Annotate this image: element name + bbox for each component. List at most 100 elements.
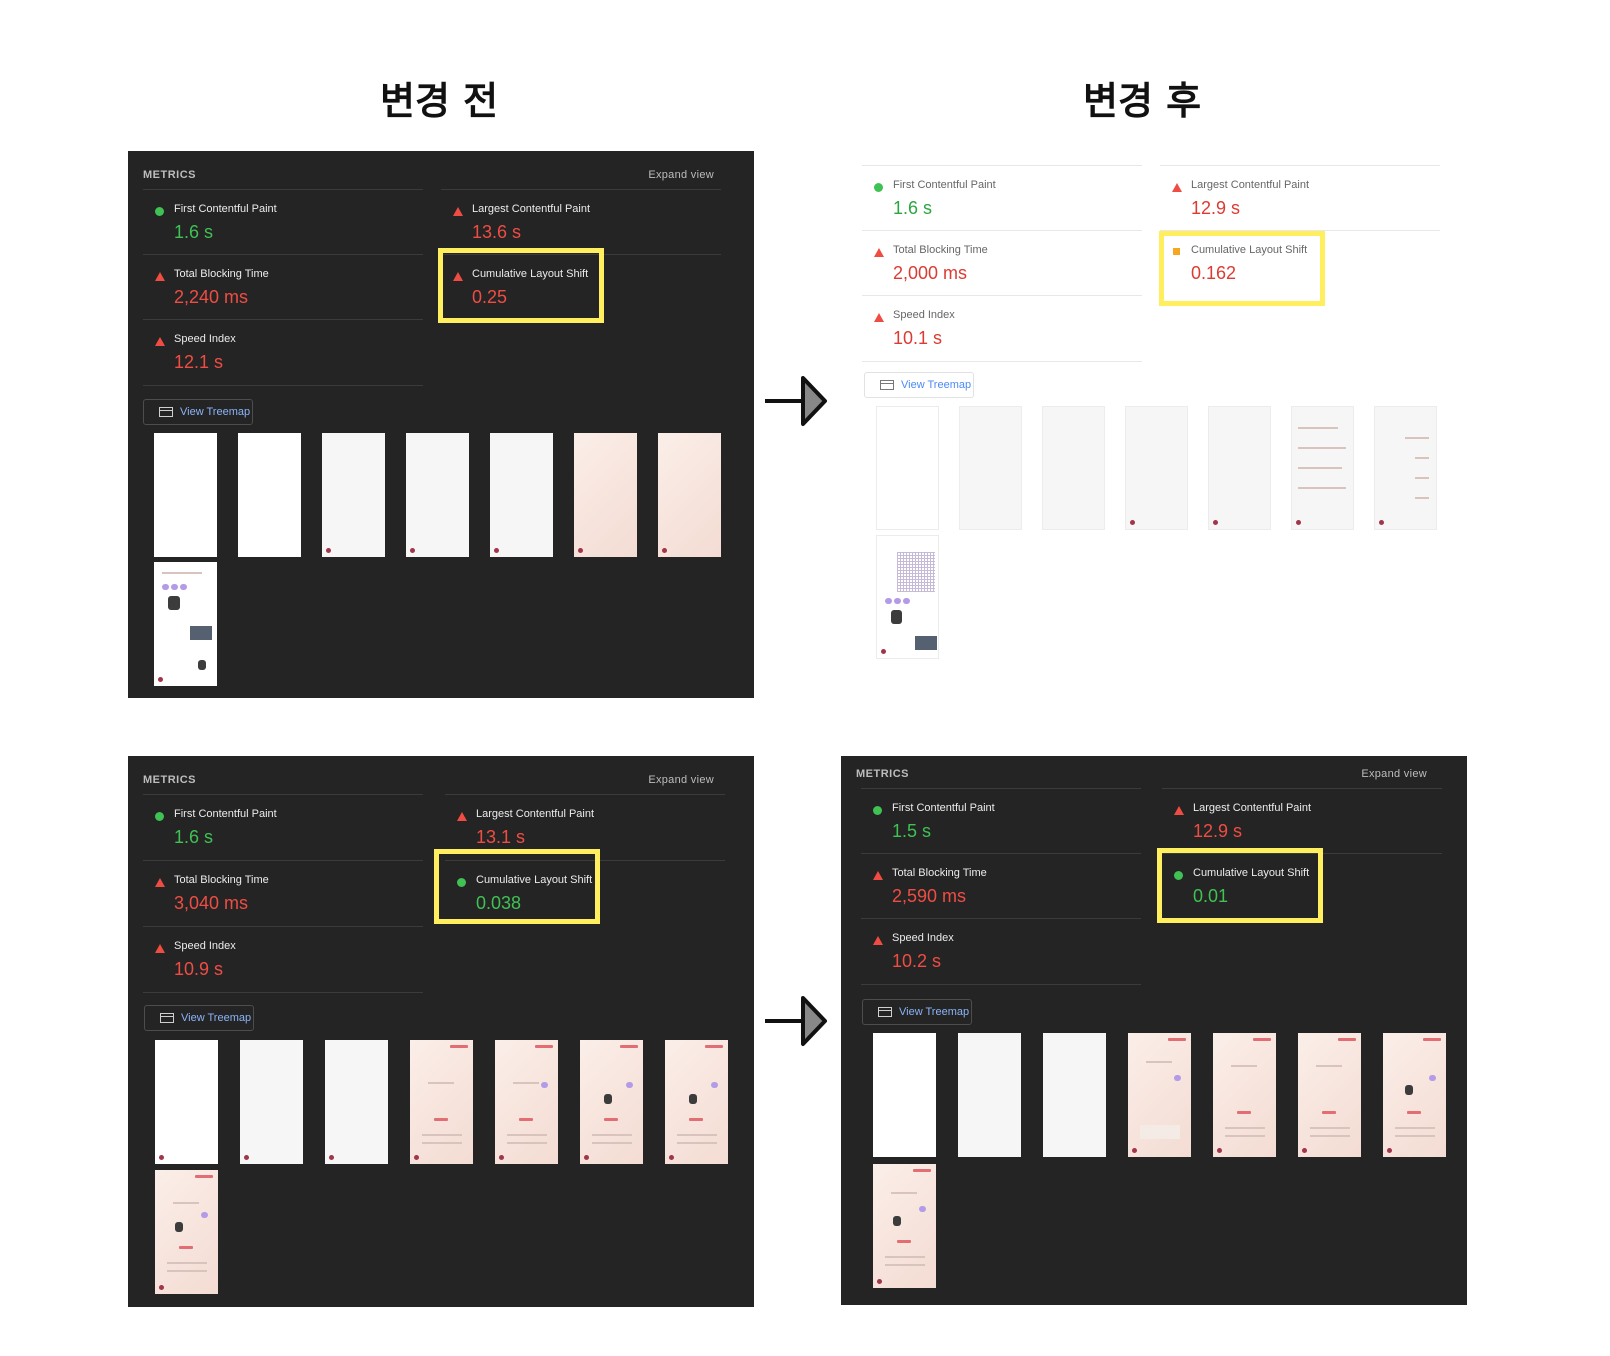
filmstrip-frame bbox=[873, 1033, 936, 1157]
favicon-icon bbox=[158, 677, 163, 682]
content-line bbox=[507, 1142, 547, 1144]
action-button bbox=[604, 1118, 618, 1121]
heart-icon bbox=[162, 584, 169, 590]
view-treemap-button[interactable]: View Treemap bbox=[143, 399, 253, 425]
content-line bbox=[167, 1262, 207, 1264]
filmstrip-frame bbox=[959, 406, 1022, 530]
filmstrip-frame bbox=[406, 433, 469, 557]
content-line bbox=[891, 1192, 917, 1194]
metric-label: Speed Index bbox=[174, 940, 236, 952]
treemap-icon bbox=[878, 1007, 892, 1017]
metric-label: Total Blocking Time bbox=[174, 874, 269, 886]
character-icon bbox=[893, 1216, 901, 1226]
character-icon bbox=[604, 1094, 612, 1104]
filmstrip-frame bbox=[1208, 406, 1271, 530]
metric-value: 1.6 s bbox=[174, 827, 214, 847]
metric-value: 2,240 ms bbox=[174, 287, 249, 307]
header-bar bbox=[450, 1045, 468, 1048]
filmstrip-frame bbox=[1042, 406, 1105, 530]
filmstrip-frame bbox=[1043, 1033, 1106, 1157]
expand-view-link[interactable]: Expand view bbox=[1361, 768, 1427, 780]
action-button bbox=[897, 1240, 911, 1243]
favicon-icon bbox=[414, 1155, 419, 1160]
content-line bbox=[1415, 457, 1429, 459]
content-line bbox=[1298, 467, 1342, 469]
panel-header: METRICS Expand view bbox=[143, 169, 714, 181]
filmstrip-frame bbox=[1291, 406, 1354, 530]
heart-icon bbox=[919, 1206, 926, 1212]
action-button bbox=[1322, 1111, 1336, 1114]
action-button bbox=[434, 1118, 448, 1121]
favicon-icon bbox=[410, 548, 415, 553]
expand-view-link[interactable]: Expand view bbox=[648, 169, 714, 181]
character-icon bbox=[168, 596, 180, 610]
panel-header: METRICS Expand view bbox=[856, 768, 1427, 780]
metrics-title: METRICS bbox=[143, 169, 196, 181]
content-line bbox=[1316, 1065, 1342, 1067]
heart-icon bbox=[1429, 1075, 1436, 1081]
content-line bbox=[1298, 427, 1338, 429]
content-line bbox=[1395, 1135, 1435, 1137]
favicon-icon bbox=[877, 1279, 882, 1284]
view-treemap-button[interactable]: View Treemap bbox=[862, 999, 972, 1025]
content-line bbox=[173, 1202, 199, 1204]
metric-value: 13.1 s bbox=[476, 827, 526, 847]
filmstrip-frame bbox=[873, 1164, 936, 1288]
bad-indicator-icon bbox=[874, 313, 884, 322]
expand-view-link[interactable]: Expand view bbox=[648, 774, 714, 786]
favicon-icon bbox=[1296, 520, 1301, 525]
content-line bbox=[1310, 1127, 1350, 1129]
heart-icon bbox=[711, 1082, 718, 1088]
view-treemap-button[interactable]: View Treemap bbox=[864, 372, 974, 398]
header-bar bbox=[1423, 1038, 1441, 1041]
metric-fcp: First Contentful Paint 1.6 s bbox=[143, 794, 423, 860]
filmstrip-frame bbox=[1125, 406, 1188, 530]
good-indicator-icon bbox=[874, 183, 883, 192]
arrow-right-icon bbox=[765, 996, 827, 1046]
content-line bbox=[592, 1142, 632, 1144]
favicon-icon bbox=[159, 1155, 164, 1160]
favicon-icon bbox=[578, 548, 583, 553]
view-treemap-button[interactable]: View Treemap bbox=[144, 1005, 254, 1031]
metric-lcp: Largest Contentful Paint 13.6 s bbox=[441, 189, 721, 255]
heart-icon bbox=[626, 1082, 633, 1088]
favicon-icon bbox=[669, 1155, 674, 1160]
filmstrip-frame bbox=[580, 1040, 643, 1164]
metrics-panel-top-before: METRICS Expand view First Contentful Pai… bbox=[128, 151, 754, 698]
filmstrip-frame bbox=[240, 1040, 303, 1164]
metric-si: Speed Index 12.1 s bbox=[143, 319, 423, 386]
treemap-label: View Treemap bbox=[180, 406, 251, 418]
filmstrip-frame bbox=[155, 1040, 218, 1164]
metric-label: Speed Index bbox=[892, 932, 954, 944]
heading-before: 변경 전 bbox=[380, 79, 499, 123]
good-indicator-icon bbox=[873, 806, 882, 815]
favicon-icon bbox=[1213, 520, 1218, 525]
arrow-right-icon bbox=[765, 376, 827, 426]
header-bar bbox=[535, 1045, 553, 1048]
filmstrip-frame bbox=[1298, 1033, 1361, 1157]
header-bar bbox=[1253, 1038, 1271, 1041]
content-line bbox=[1140, 1125, 1180, 1139]
filmstrip-frame bbox=[1374, 406, 1437, 530]
filmstrip-frame bbox=[658, 433, 721, 557]
filmstrip-frame bbox=[1128, 1033, 1191, 1157]
content-line bbox=[592, 1134, 632, 1136]
filmstrip-frame bbox=[574, 433, 637, 557]
metrics-title: METRICS bbox=[856, 768, 909, 780]
cls-highlight-box bbox=[1159, 231, 1325, 306]
treemap-icon bbox=[880, 380, 894, 390]
header-bar bbox=[195, 1175, 213, 1178]
content-line bbox=[513, 1082, 539, 1084]
metric-label: First Contentful Paint bbox=[174, 203, 277, 215]
content-line bbox=[677, 1142, 717, 1144]
content-line bbox=[1225, 1135, 1265, 1137]
filmstrip-frame bbox=[665, 1040, 728, 1164]
cls-highlight-box bbox=[1157, 848, 1323, 923]
content-line bbox=[507, 1134, 547, 1136]
metric-value: 1.6 s bbox=[893, 198, 933, 218]
filmstrip-frame bbox=[958, 1033, 1021, 1157]
metric-value: 2,590 ms bbox=[892, 886, 967, 906]
filmstrip-frame bbox=[155, 1170, 218, 1294]
favicon-icon bbox=[1302, 1148, 1307, 1153]
metric-label: Speed Index bbox=[174, 333, 236, 345]
